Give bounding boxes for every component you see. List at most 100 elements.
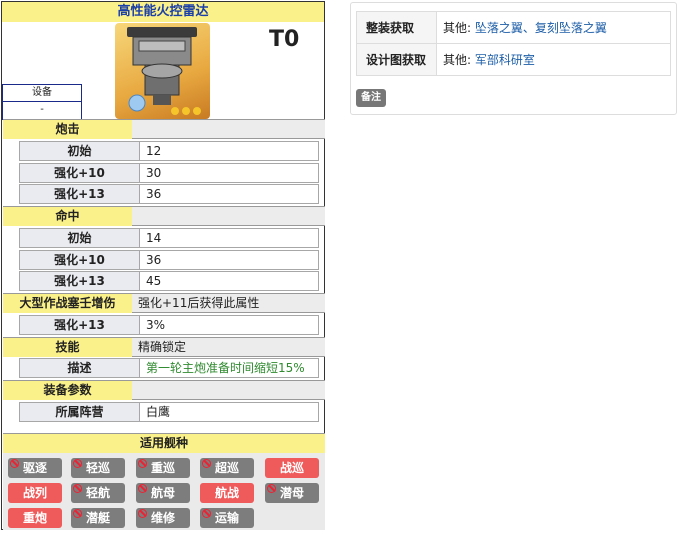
forbidden-icon	[267, 484, 276, 493]
section-params: 装备参数	[3, 380, 325, 400]
ship-type-3[interactable]: 超巡	[200, 458, 254, 478]
section-ship-types: 适用舰种	[3, 433, 325, 453]
ship-type-label: 战巡	[279, 461, 304, 475]
table-row: 整装获取 其他: 坠落之翼、复刻坠落之翼	[356, 11, 671, 44]
section-label: 大型作战塞壬增伤	[3, 294, 132, 313]
faction-value: 白鹰	[146, 405, 171, 419]
section-label: 装备参数	[3, 381, 132, 400]
equipment-type-box: 设备 -	[2, 84, 82, 120]
forbidden-icon	[138, 459, 147, 468]
forbidden-icon	[73, 459, 82, 468]
stat-key: 初始	[20, 142, 140, 160]
stat-key: 强化+13	[20, 272, 140, 290]
stat-value: 45	[146, 274, 162, 288]
section-label: 炮击	[3, 120, 132, 139]
ship-type-label: 重炮	[22, 511, 47, 525]
ship-type-9[interactable]: 潜母	[265, 483, 319, 503]
ship-type-2[interactable]: 重巡	[136, 458, 190, 478]
ship-type-5[interactable]: 战列	[8, 483, 62, 503]
forbidden-icon	[73, 509, 82, 518]
ship-type-label: 轻航	[85, 486, 110, 500]
ship-type-1[interactable]: 轻巡	[71, 458, 125, 478]
stat-row: 强化+10 30	[19, 163, 319, 183]
stat-value: 36	[146, 253, 162, 267]
forbidden-icon	[202, 459, 211, 468]
section-label: 适用舰种	[3, 434, 325, 453]
acq-prefix: 其他:	[443, 53, 475, 67]
acq-link[interactable]: 军部科研室	[475, 53, 535, 67]
forbidden-icon	[138, 509, 147, 518]
ship-type-0[interactable]: 驱逐	[8, 458, 62, 478]
stat-key: 强化+13	[20, 316, 140, 334]
ship-type-label: 运输	[214, 511, 239, 525]
faction-row: 所属阵营 白鹰	[19, 402, 319, 422]
ship-type-label: 航战	[214, 486, 239, 500]
ship-type-7[interactable]: 航母	[136, 483, 190, 503]
stat-row: 初始 14	[19, 228, 319, 248]
stat-row: 强化+13 45	[19, 271, 319, 291]
note-button[interactable]: 备注	[356, 89, 386, 107]
acq-prefix: 其他:	[443, 21, 475, 35]
acq-key: 设计图获取	[356, 43, 437, 76]
stat-value: 3%	[146, 318, 166, 332]
ship-type-6[interactable]: 轻航	[71, 483, 125, 503]
ship-type-label: 潜艇	[85, 511, 110, 525]
radar-icon	[127, 27, 201, 115]
stat-key: 初始	[20, 229, 140, 247]
ship-type-label: 轻巡	[85, 461, 110, 475]
ship-type-label: 航母	[150, 486, 175, 500]
equipment-card: 高性能火控雷达 T0 设备 - 炮击 初始 12 强化+10 30 强化+13 36 …	[1, 1, 325, 530]
skill-description: 第一轮主炮准备时间缩短15%	[146, 361, 305, 375]
section-skill: 技能 精确锁定	[3, 337, 325, 357]
stat-key: 描述	[20, 359, 140, 377]
ship-type-label: 战列	[22, 486, 47, 500]
forbidden-icon	[73, 484, 82, 493]
section-opr-bonus: 大型作战塞壬增伤 强化+11后获得此属性	[3, 293, 325, 313]
equipment-name: 高性能火控雷达	[2, 2, 324, 22]
ship-type-grid: 驱逐 轻巡 重巡 超巡 战巡战列 轻航 航母 航战 潜母重炮 潜艇 维修 运输	[3, 453, 325, 530]
stat-row: 强化+10 36	[19, 250, 319, 270]
stat-key: 强化+13	[20, 185, 140, 203]
section-firepower: 炮击	[3, 119, 325, 139]
equipment-type-value: -	[40, 104, 44, 115]
acq-value: 其他: 军部科研室	[436, 43, 671, 76]
stat-key: 所属阵营	[20, 403, 140, 421]
stat-row: 强化+13 3%	[19, 315, 319, 335]
ship-type-8[interactable]: 航战	[200, 483, 254, 503]
stat-value: 14	[146, 231, 162, 245]
ship-type-10[interactable]: 重炮	[8, 508, 62, 528]
ship-type-4[interactable]: 战巡	[265, 458, 319, 478]
ship-type-label: 潜母	[279, 486, 304, 500]
forbidden-icon	[202, 509, 211, 518]
stat-key: 强化+10	[20, 164, 140, 182]
stat-row: 初始 12	[19, 141, 319, 161]
acq-value: 其他: 坠落之翼、复刻坠落之翼	[436, 11, 671, 44]
forbidden-icon	[10, 459, 19, 468]
ship-type-label: 超巡	[214, 461, 239, 475]
table-row: 设计图获取 其他: 军部科研室	[356, 43, 671, 76]
section-label: 技能	[3, 338, 132, 357]
skill-desc-row: 描述 第一轮主炮准备时间缩短15%	[19, 358, 319, 378]
acquisition-panel: 整装获取 其他: 坠落之翼、复刻坠落之翼 设计图获取 其他: 军部科研室 备注	[350, 2, 677, 115]
acquisition-table: 整装获取 其他: 坠落之翼、复刻坠落之翼 设计图获取 其他: 军部科研室	[356, 11, 671, 76]
ship-type-label: 驱逐	[22, 461, 47, 475]
skill-name: 精确锁定	[138, 340, 187, 354]
acq-key: 整装获取	[356, 11, 437, 44]
stat-value: 36	[146, 187, 162, 201]
ship-type-label: 维修	[150, 511, 175, 525]
acq-link[interactable]: 坠落之翼、复刻坠落之翼	[475, 21, 607, 35]
section-accuracy: 命中	[3, 206, 325, 226]
equipment-type-label: 设备	[3, 85, 81, 102]
ship-type-11[interactable]: 潜艇	[71, 508, 125, 528]
ship-type-13[interactable]: 运输	[200, 508, 254, 528]
stat-row: 强化+13 36	[19, 184, 319, 204]
stat-value: 12	[146, 144, 162, 158]
ship-type-label: 重巡	[150, 461, 175, 475]
stat-value: 30	[146, 166, 162, 180]
section-value: 强化+11后获得此属性	[138, 296, 260, 310]
forbidden-icon	[138, 484, 147, 493]
tier-rating: T0	[269, 27, 300, 52]
equipment-image	[115, 23, 210, 119]
stat-key: 强化+10	[20, 251, 140, 269]
ship-type-12[interactable]: 维修	[136, 508, 190, 528]
